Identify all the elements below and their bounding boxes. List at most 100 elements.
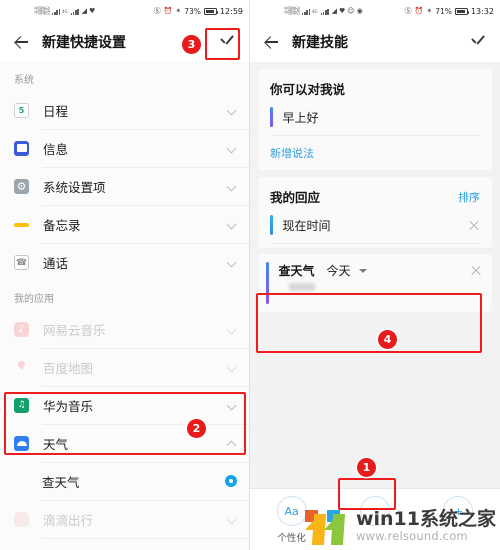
chevron-down-icon[interactable] (227, 219, 237, 229)
chevron-down-icon[interactable] (227, 105, 237, 115)
page-title: 新建技能 (292, 35, 348, 51)
signal-bars-icon-2 (70, 7, 80, 15)
person-icon: ☺ (347, 6, 355, 15)
watermark: win11系统之家 www.relsound.com (304, 506, 496, 546)
mute-icon: Ⓢ (153, 6, 161, 15)
list-item-label: 系统设置项 (43, 179, 106, 195)
list-item-call[interactable]: 通话 (0, 243, 249, 281)
message-icon (14, 140, 29, 156)
list-item-calendar[interactable]: 日程 (0, 91, 249, 129)
list-item-didi[interactable]: 滴滴出行 (0, 500, 249, 538)
chevron-down-icon[interactable] (227, 143, 237, 153)
gear-icon (14, 178, 29, 194)
list-item-weather[interactable]: 天气 (0, 424, 249, 462)
calendar-icon (14, 102, 29, 118)
chevron-down-icon[interactable] (227, 362, 237, 372)
weather-item-value: 今天 (326, 264, 351, 278)
text-style-icon[interactable]: Aa (276, 496, 307, 526)
list-item-label: 网易云音乐 (43, 322, 106, 338)
weather-item-row: 查天气 今天 (269, 262, 483, 279)
left-phone-screen: 中国移动 中国电信 4G ◢ ♥ Ⓢ ⏰ ✶ 73% 12:59 新建快捷设置 (0, 0, 250, 550)
alarm-icon: ⏰ (414, 6, 424, 15)
wifi-icon: ◢ (331, 6, 337, 15)
chat-icon: ◉ (356, 6, 363, 15)
chevron-down-icon[interactable] (227, 257, 237, 267)
hotspot-icon: ♥ (339, 6, 346, 15)
list-item-label: 查天气 (42, 474, 80, 490)
chevron-down-icon[interactable] (227, 400, 237, 410)
list-item-label: 通话 (43, 255, 69, 271)
carrier-line-2: 中国电信 (284, 10, 300, 15)
status-left-group: 中国移动 中国电信 4G ◢ ♥ ☺ ◉ (284, 6, 363, 15)
list-item-label: 信息 (43, 141, 69, 157)
carrier-labels: 中国移动 中国电信 (34, 6, 50, 15)
huawei-music-icon (14, 397, 29, 413)
back-arrow-icon[interactable] (12, 33, 30, 51)
confirm-check-icon[interactable] (468, 32, 488, 52)
radio-selected-icon[interactable] (225, 475, 237, 487)
list-item-netease-music[interactable]: 网易云音乐 (0, 310, 249, 348)
card-header: 我的回应 排序 (270, 187, 480, 206)
list-item-baidu-map[interactable]: 百度地图 (0, 348, 249, 386)
watermark-text: win11系统之家 www.relsound.com (355, 509, 496, 543)
close-icon[interactable] (467, 219, 480, 232)
list-item-label: 百度地图 (43, 360, 94, 376)
right-phone-screen: 中国移动 中国电信 4G ◢ ♥ ☺ ◉ Ⓢ ⏰ ✶ 71% 13:32 新建技… (250, 0, 500, 550)
card-title: 你可以对我说 (270, 82, 346, 97)
mute-icon: Ⓢ (404, 6, 412, 15)
list-item-messages[interactable]: 信息 (0, 129, 249, 167)
phrase-entry[interactable]: 早上好 (270, 107, 480, 136)
watermark-logo-icon (304, 506, 350, 546)
list-item-memo[interactable]: 备忘录 (0, 205, 249, 243)
battery-icon (454, 7, 470, 15)
list-item-label: 滴滴出行 (43, 512, 94, 528)
chevron-down-icon[interactable] (227, 181, 237, 191)
caret-down-icon[interactable] (358, 268, 367, 273)
baidu-map-icon (14, 360, 29, 375)
wifi-icon: ◢ (81, 6, 87, 15)
carrier-line-2: 中国电信 (34, 10, 50, 15)
status-left-group: 中国移动 中国电信 4G ◢ ♥ (34, 6, 96, 15)
response-item-check-weather[interactable]: 查天气 今天 (258, 254, 492, 312)
dual-screenshot-container: 中国移动 中国电信 4G ◢ ♥ Ⓢ ⏰ ✶ 73% 12:59 新建快捷设置 (0, 0, 500, 550)
say-to-me-card: 你可以对我说 早上好 新增说法 (258, 69, 492, 170)
hotspot-icon: ♥ (89, 6, 96, 15)
close-icon[interactable] (469, 264, 482, 277)
watermark-url: www.relsound.com (355, 528, 468, 543)
section-header-my-apps: 我的应用 (0, 281, 249, 310)
sort-link[interactable]: 排序 (458, 189, 480, 205)
list-item-health[interactable]: 运动健康 (0, 538, 249, 550)
didi-icon (14, 511, 29, 527)
signal-bars-icon-1 (301, 7, 311, 15)
chevron-down-icon[interactable] (227, 324, 237, 334)
annotation-badge-2: 2 (187, 419, 206, 438)
add-phrase-link[interactable]: 新增说法 (270, 145, 314, 161)
left-status-bar: 中国移动 中国电信 4G ◢ ♥ Ⓢ ⏰ ✶ 73% 12:59 (0, 0, 249, 22)
blurred-detail-text (288, 283, 315, 291)
response-item-current-time[interactable]: 现在时间 (270, 215, 480, 244)
back-arrow-icon[interactable] (262, 33, 280, 51)
carrier-labels: 中国移动 中国电信 (284, 6, 300, 15)
battery-percent-label: 71% (435, 6, 452, 16)
tool-label: 个性化 (277, 533, 306, 544)
list-item-system-settings[interactable]: 系统设置项 (0, 167, 249, 205)
accent-bar (270, 215, 273, 235)
bluetooth-icon: ✶ (426, 6, 433, 15)
status-right-group: Ⓢ ⏰ ✶ 73% 12:59 (154, 7, 243, 16)
list-item-label: 华为音乐 (43, 398, 94, 414)
list-item-huawei-music[interactable]: 华为音乐 (0, 386, 249, 424)
clock-label: 13:32 (470, 6, 494, 16)
memo-icon (14, 217, 29, 232)
section-header-system: 系统 (0, 62, 249, 91)
right-app-bar: 新建技能 (250, 22, 500, 62)
list-item-check-weather[interactable]: 查天气 (0, 462, 249, 500)
chevron-up-icon[interactable] (227, 438, 237, 448)
confirm-check-icon[interactable] (217, 32, 237, 52)
list-item-label: 日程 (43, 103, 69, 119)
list-item-label: 天气 (43, 436, 69, 452)
card-title: 我的回应 (270, 190, 321, 205)
battery-percent-label: 73% (184, 6, 201, 16)
bluetooth-icon: ✶ (175, 6, 182, 15)
status-right-group: Ⓢ ⏰ ✶ 71% 13:32 (405, 7, 494, 16)
chevron-down-icon[interactable] (227, 514, 237, 524)
